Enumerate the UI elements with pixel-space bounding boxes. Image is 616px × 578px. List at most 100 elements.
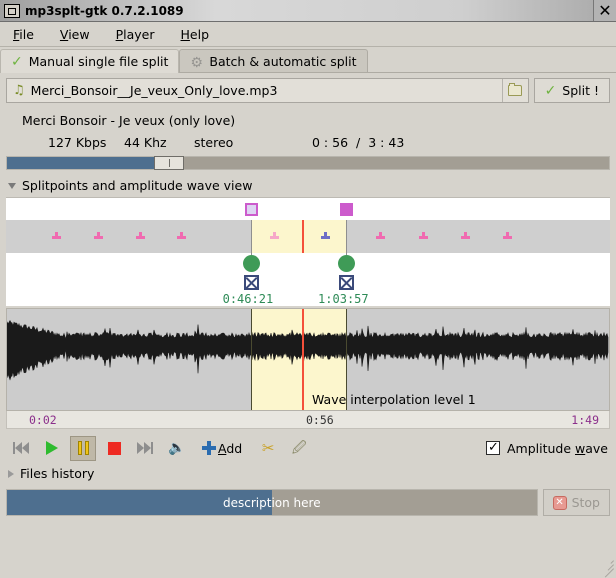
- seek-slider[interactable]: [6, 156, 610, 170]
- splitpoint-time-label: 1:03:57: [318, 292, 369, 306]
- menu-player[interactable]: Player: [103, 24, 168, 45]
- next-splitpoint-button[interactable]: [132, 436, 158, 461]
- menu-file-label: ile: [19, 27, 34, 42]
- axis-left-label: 0:02: [29, 413, 57, 427]
- amplitude-wave-toggle[interactable]: Amplitude wave: [486, 441, 608, 456]
- file-selection-row: ♫ Merci_Bonsoir__Je_veux_Only_love.mp3 ✓…: [0, 73, 616, 107]
- play-position-line: [302, 220, 304, 253]
- tab-batch-automatic-split[interactable]: Batch & automatic split: [179, 49, 367, 73]
- song-title: Merci Bonsoir - Je veux (only love): [0, 107, 616, 128]
- files-history-label: Files history: [20, 466, 94, 481]
- title-bar: mp3splt-gtk 0.7.2.1089 ✕: [0, 0, 616, 22]
- splitpoint-selection-region: [251, 220, 346, 253]
- menu-help[interactable]: Help: [168, 24, 223, 45]
- splitpoint-handle-icon[interactable]: [243, 255, 260, 272]
- split-button-label: Split !: [562, 83, 599, 98]
- amplitude-wave-view[interactable]: Wave interpolation level 1: [6, 308, 610, 411]
- play-icon: [46, 441, 58, 455]
- tab-manual-label: Manual single file split: [29, 54, 169, 69]
- stop-circle-icon: ✕: [553, 496, 567, 510]
- amplitude-tick-icon: [52, 232, 61, 239]
- window-title: mp3splt-gtk 0.7.2.1089: [25, 4, 593, 18]
- file-name-value: Merci_Bonsoir__Je_veux_Only_love.mp3: [31, 83, 502, 98]
- samplerate-value: 44 Khz: [124, 135, 194, 150]
- wave-selection-boundary-1[interactable]: [251, 309, 252, 410]
- stop-operation-button[interactable]: ✕ Stop: [543, 489, 610, 516]
- mp3splt-window: mp3splt-gtk 0.7.2.1089 ✕ File View Playe…: [0, 0, 616, 573]
- menu-view-label: iew: [68, 27, 89, 42]
- menu-file[interactable]: File: [0, 24, 47, 45]
- time-separator: /: [348, 135, 368, 150]
- play-button[interactable]: [39, 436, 65, 461]
- splitpoint-time-label: 0:46:21: [223, 292, 274, 306]
- splitpoints-panel[interactable]: 0:46:21 1:03:57: [6, 197, 610, 306]
- file-path-input[interactable]: ♫ Merci_Bonsoir__Je_veux_Only_love.mp3: [6, 78, 529, 103]
- close-icon[interactable]: ✕: [593, 0, 616, 21]
- chevron-right-icon: [8, 470, 14, 478]
- amplitude-tick-icon: [503, 232, 512, 239]
- splitpoint-handle-icon[interactable]: [338, 255, 355, 272]
- speaker-icon: 🔈: [168, 441, 184, 455]
- green-check-icon: ✓: [545, 83, 557, 99]
- wave-time-axis: 0:02 0:56 1:49: [6, 411, 610, 429]
- waveform-path: [7, 309, 609, 410]
- music-note-icon: ♫: [13, 84, 25, 97]
- splitpoints-expander-label: Splitpoints and amplitude wave view: [22, 178, 252, 193]
- stop-operation-label: Stop: [572, 495, 600, 510]
- menu-bar: File View Player Help: [0, 22, 616, 47]
- wave-selection-boundary-2[interactable]: [346, 309, 347, 410]
- axis-right-label: 1:49: [571, 413, 599, 427]
- add-splitpoint-button[interactable]: Add: [202, 436, 250, 461]
- plus-icon: [202, 441, 216, 455]
- add-button-label: Add: [218, 441, 242, 456]
- channels-value: stereo: [194, 135, 264, 150]
- amplitude-tick-icon: [461, 232, 470, 239]
- pause-button[interactable]: [70, 436, 96, 461]
- stop-button[interactable]: [101, 436, 127, 461]
- bitrate-value: 127 Kbps: [48, 135, 124, 150]
- audio-info-row: 127 Kbps 44 Khz stereo 0 : 56 / 3 : 43: [0, 128, 616, 150]
- gear-icon: [190, 55, 203, 68]
- amplitude-tick-icon: [419, 232, 428, 239]
- cut-button[interactable]: ✂: [255, 436, 281, 461]
- split-button[interactable]: ✓ Split !: [534, 78, 610, 103]
- files-history-expander[interactable]: Files history: [0, 464, 616, 485]
- menu-view[interactable]: View: [47, 24, 103, 45]
- total-time: 3 : 43: [368, 135, 404, 150]
- splitpoint-guide-line: [346, 220, 347, 255]
- previous-splitpoint-button[interactable]: [8, 436, 34, 461]
- axis-center-label: 0:56: [306, 413, 334, 427]
- scissors-icon: ✂: [262, 441, 275, 456]
- resize-grip[interactable]: [600, 557, 614, 571]
- wave-play-position-line: [302, 309, 304, 410]
- splitpoints-expander[interactable]: Splitpoints and amplitude wave view: [0, 170, 616, 197]
- progress-bar-text: description here: [223, 496, 321, 510]
- elapsed-time: 0 : 56: [312, 135, 348, 150]
- splitpoint-marker-2[interactable]: [340, 203, 353, 216]
- amplitude-tick-icon: [321, 232, 330, 239]
- volume-button[interactable]: 🔈: [163, 436, 189, 461]
- seek-slider-fill: [7, 157, 158, 169]
- tab-batch-label: Batch & automatic split: [209, 54, 356, 69]
- info-spacer2: [264, 135, 312, 150]
- amplitude-tick-icon: [177, 232, 186, 239]
- folder-icon: [508, 85, 522, 96]
- delete-splitpoint-icon[interactable]: [339, 275, 354, 290]
- amplitude-wave-checkbox[interactable]: [486, 441, 500, 455]
- tab-manual-single-file-split[interactable]: ✓ Manual single file split: [0, 49, 179, 73]
- splitpoint-guide-line: [251, 220, 252, 255]
- edit-splitpoints-button[interactable]: 🖉: [286, 436, 312, 461]
- seek-slider-handle[interactable]: [154, 156, 184, 170]
- player-toolbar: 🔈 Add ✂ 🖉 Amplitude wave: [0, 429, 616, 464]
- amplitude-tick-icon: [270, 232, 279, 239]
- info-spacer: [0, 135, 48, 150]
- menu-help-label: elp: [190, 27, 209, 42]
- splitpoint-marker-1[interactable]: [245, 203, 258, 216]
- skip-forward-icon: [137, 442, 153, 454]
- progress-bar: description here: [6, 489, 538, 516]
- amplitude-tick-icon: [136, 232, 145, 239]
- delete-splitpoint-icon[interactable]: [244, 275, 259, 290]
- browse-file-button[interactable]: [502, 79, 528, 102]
- window-restore-icon[interactable]: [4, 4, 20, 18]
- stop-icon: [108, 442, 121, 455]
